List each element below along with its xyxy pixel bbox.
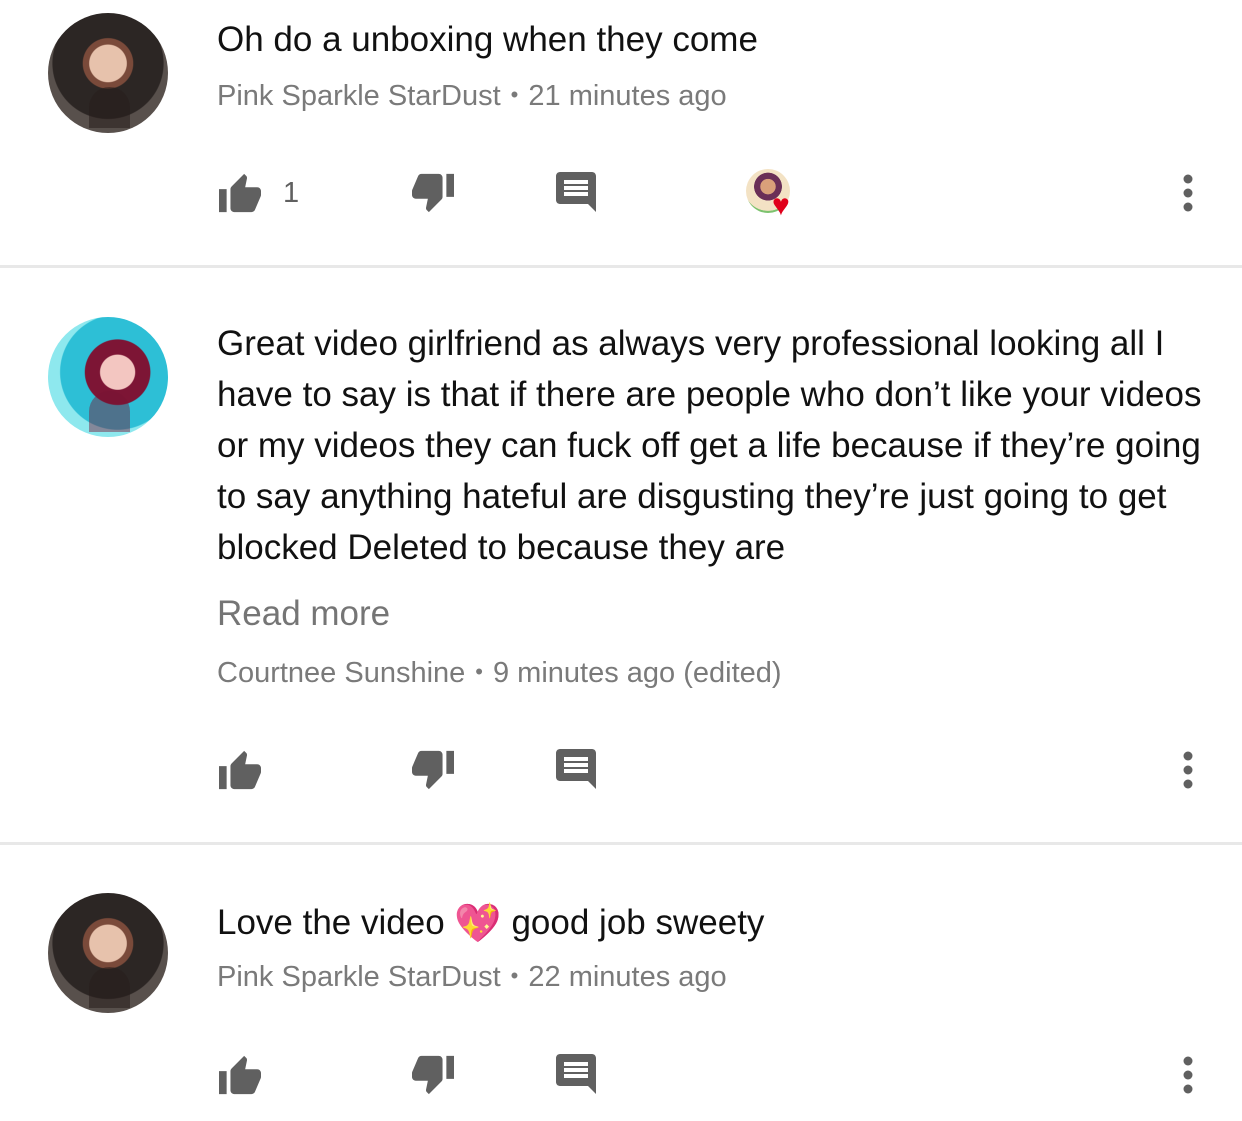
author-name[interactable]: Pink Sparkle StarDust xyxy=(217,80,501,112)
reply-button[interactable] xyxy=(556,165,596,221)
like-count: 1 xyxy=(283,176,300,209)
comment-icon xyxy=(556,172,596,212)
more-vert-icon xyxy=(1183,174,1193,212)
author-name[interactable]: Pink Sparkle StarDust xyxy=(217,961,501,993)
thumb-up-icon xyxy=(219,750,261,790)
more-options-button[interactable] xyxy=(1178,165,1198,221)
separator: • xyxy=(510,82,519,107)
timestamp: 22 minutes ago xyxy=(528,961,727,993)
comment-text: Oh do a unboxing when they come xyxy=(217,20,758,59)
divider xyxy=(0,265,1242,268)
heart-icon: ♥ xyxy=(772,189,790,222)
thumb-down-icon xyxy=(412,173,454,213)
divider xyxy=(0,842,1242,845)
timestamp: 9 minutes ago (edited) xyxy=(493,657,782,689)
avatar[interactable] xyxy=(48,893,168,1013)
comment-actions xyxy=(0,742,1242,802)
avatar[interactable] xyxy=(48,317,168,437)
like-button[interactable] xyxy=(217,1047,263,1103)
comment-meta: Courtnee Sunshine • 9 minutes ago (edited) xyxy=(217,657,782,690)
like-button[interactable]: 1 xyxy=(217,165,299,221)
like-button[interactable] xyxy=(217,742,263,798)
comment-meta: Pink Sparkle StarDust • 21 minutes ago xyxy=(217,80,727,113)
reply-button[interactable] xyxy=(556,1047,596,1103)
comment-icon xyxy=(556,749,596,789)
comment-text-part: Love the video xyxy=(217,903,445,942)
reply-button[interactable] xyxy=(556,742,596,798)
separator: • xyxy=(475,659,483,684)
thumb-down-icon xyxy=(412,1055,454,1095)
avatar[interactable] xyxy=(48,13,168,133)
more-vert-icon xyxy=(1183,751,1193,789)
dislike-button[interactable] xyxy=(410,742,456,798)
comment-text-part: good job sweety xyxy=(511,903,765,942)
dislike-button[interactable] xyxy=(410,165,456,221)
read-more-link[interactable]: Read more xyxy=(217,594,390,634)
thumb-up-icon xyxy=(219,173,261,213)
comment-text: Great video girlfriend as always very pr… xyxy=(217,324,1202,567)
comment-text: Love the video 💖 good job sweety xyxy=(217,897,1207,950)
separator: • xyxy=(510,963,519,988)
comment-actions xyxy=(0,1047,1242,1107)
author-name[interactable]: Courtnee Sunshine xyxy=(217,657,465,689)
more-vert-icon xyxy=(1183,1056,1193,1094)
more-options-button[interactable] xyxy=(1178,1047,1198,1103)
comment-meta: Pink Sparkle StarDust • 22 minutes ago xyxy=(217,961,727,994)
comment-icon xyxy=(556,1054,596,1094)
timestamp: 21 minutes ago xyxy=(528,80,727,112)
creator-heart-icon: ♥ xyxy=(746,169,806,229)
thumb-down-icon xyxy=(412,750,454,790)
more-options-button[interactable] xyxy=(1178,742,1198,798)
comment-actions: 1 ♥ xyxy=(0,165,1242,225)
dislike-button[interactable] xyxy=(410,1047,456,1103)
thumb-up-icon xyxy=(219,1055,261,1095)
sparkling-heart-emoji: 💖 xyxy=(454,903,502,945)
